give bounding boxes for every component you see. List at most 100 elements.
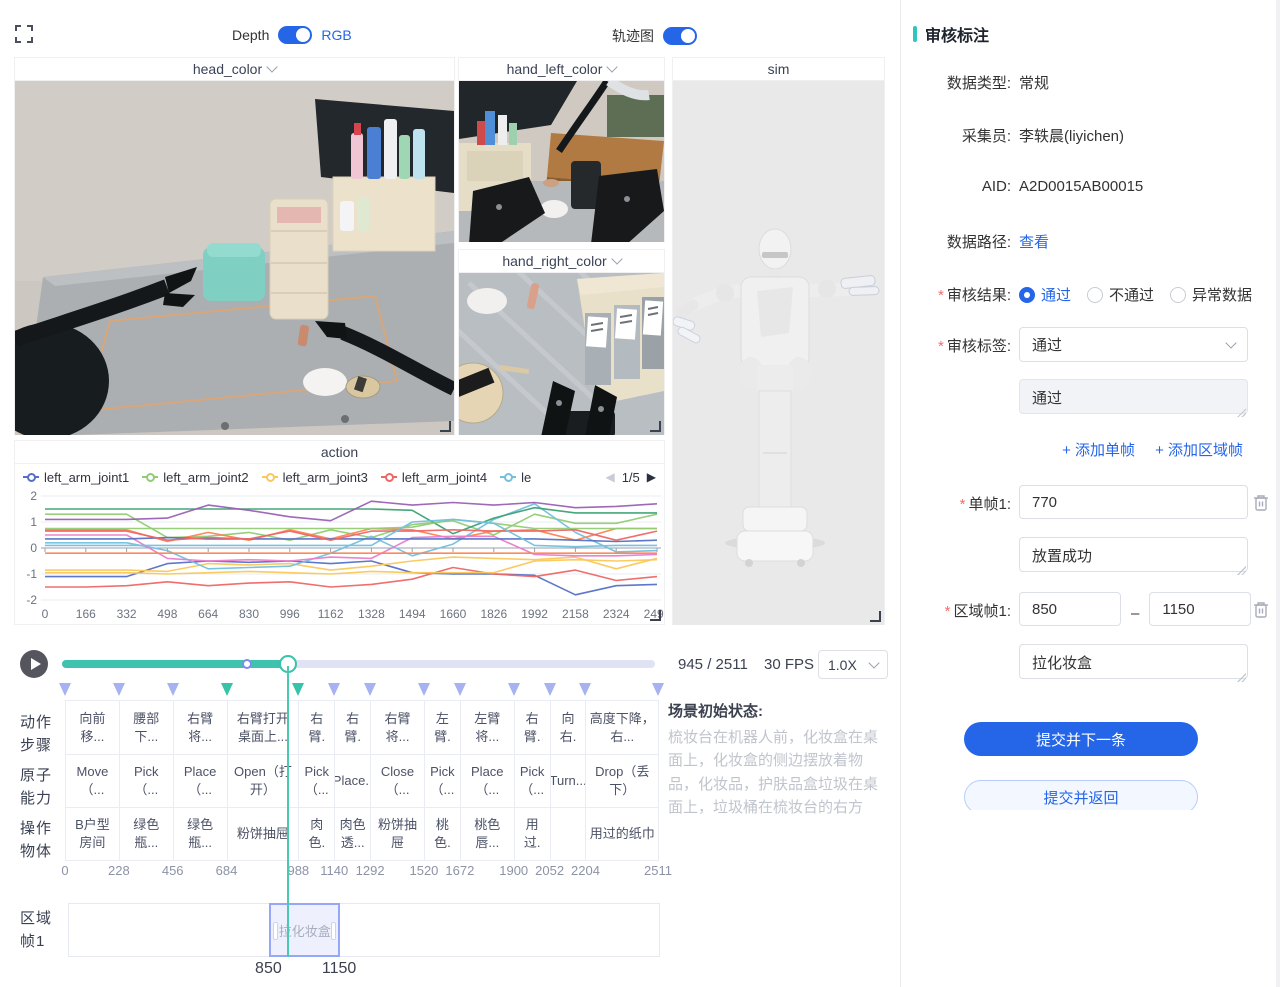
play-button[interactable]	[20, 650, 48, 678]
hand-right-camera-header[interactable]: hand_right_color	[459, 250, 664, 273]
segment-skill-cell[interactable]: Pick（...	[299, 755, 335, 808]
segment-skill-cell[interactable]: Turn...	[551, 755, 587, 808]
trajectory-switch[interactable]	[663, 27, 697, 45]
segment-step-cell[interactable]: 右臂将...	[371, 701, 425, 755]
region-right-handle[interactable]	[331, 922, 336, 940]
legend-item[interactable]: le	[500, 470, 531, 485]
single-frame-row: *单帧1:	[901, 485, 1248, 519]
sim-header[interactable]: sim	[673, 58, 884, 81]
timeline-marker-icon[interactable]	[544, 683, 556, 696]
single-frame-desc[interactable]	[1019, 537, 1248, 572]
segment-object-cell[interactable]: 粉饼抽屉	[371, 808, 425, 861]
axis-frame-label: 1672	[445, 863, 474, 878]
segment-skill-cell[interactable]: Move（...	[66, 755, 120, 808]
legend-item[interactable]: left_arm_joint1	[23, 470, 129, 485]
trash-icon[interactable]	[1253, 494, 1269, 512]
head-camera-header[interactable]: head_color	[15, 58, 454, 81]
segment-object-cell[interactable]: B户型房间	[66, 808, 120, 861]
add-single-frame-link[interactable]: + 添加单帧	[1062, 439, 1135, 460]
segment-object-cell[interactable]	[551, 808, 587, 861]
segment-skill-cell[interactable]: Place（...	[174, 755, 228, 808]
legend-prev-icon[interactable]: ◀	[605, 470, 614, 484]
segment-skill-cell[interactable]: Pick（...	[120, 755, 174, 808]
timeline-marker-icon[interactable]	[418, 683, 430, 696]
segment-skill-cell[interactable]: Close（...	[371, 755, 425, 808]
region-end-input[interactable]	[1149, 592, 1251, 626]
data-path-view-link[interactable]: 查看	[1019, 231, 1049, 252]
legend-next-icon[interactable]: ▶	[647, 470, 656, 484]
timeline-marker-icon[interactable]	[113, 683, 125, 696]
add-region-frame-link[interactable]: + 添加区域帧	[1155, 439, 1243, 460]
segment-step-cell[interactable]: 左臂将...	[461, 701, 515, 755]
progress-slider[interactable]	[62, 660, 655, 668]
segment-step-cell[interactable]: 向前移...	[66, 701, 120, 755]
region-start-input[interactable]	[1019, 592, 1121, 626]
segment-step-cell[interactable]: 左臂.	[425, 701, 461, 755]
legend-item[interactable]: left_arm_joint3	[262, 470, 368, 485]
segment-skill-cell[interactable]: Pick（...	[515, 755, 551, 808]
timeline-marker-icon[interactable]	[579, 683, 591, 696]
row-label-steps: 动作步骤	[20, 712, 56, 757]
segment-step-cell[interactable]: 腰部下...	[120, 701, 174, 755]
timeline-marker-icon[interactable]	[652, 683, 664, 696]
timeline-marker-icon[interactable]	[292, 683, 304, 696]
review-result-option[interactable]: 异常数据	[1170, 284, 1252, 305]
segment-step-cell[interactable]: 向右.	[551, 701, 587, 755]
timeline-marker-icon[interactable]	[364, 683, 376, 696]
trash-icon[interactable]	[1253, 601, 1269, 619]
segment-step-cell[interactable]: 右臂.	[335, 701, 371, 755]
region-frame-desc[interactable]	[1019, 644, 1248, 679]
segment-object-cell[interactable]: 绿色瓶...	[174, 808, 228, 861]
segment-skill-cell[interactable]: Place（...	[461, 755, 515, 808]
segment-object-cell[interactable]: 用过.	[515, 808, 551, 861]
legend-item[interactable]: left_arm_joint4	[381, 470, 487, 485]
timeline-marker-icon[interactable]	[328, 683, 340, 696]
segment-object-cell[interactable]: 肉色.	[299, 808, 335, 861]
radio-icon[interactable]	[1019, 287, 1035, 303]
legend-item[interactable]: left_arm_joint2	[142, 470, 248, 485]
segment-skill-cell[interactable]: Pick（...	[425, 755, 461, 808]
region-left-handle[interactable]	[273, 922, 278, 940]
speed-select[interactable]: 1.0X	[818, 650, 888, 679]
submit-return-button[interactable]: 提交并返回	[964, 780, 1198, 810]
region-frame-block[interactable]: 拉化妆盒	[269, 903, 340, 957]
review-tag-note[interactable]	[1019, 379, 1248, 414]
single-frame-input[interactable]	[1019, 485, 1248, 519]
depth-rgb-switch[interactable]	[278, 26, 312, 44]
segment-skill-cell[interactable]: Drop（丢下）	[586, 755, 659, 808]
resize-handle-icon[interactable]	[650, 610, 661, 621]
region-frame-track[interactable]: 拉化妆盒	[68, 903, 660, 957]
segment-object-cell[interactable]: 桃色.	[425, 808, 461, 861]
fullscreen-icon[interactable]	[14, 24, 34, 44]
review-result-option[interactable]: 通过	[1019, 284, 1071, 305]
submit-next-button[interactable]: 提交并下一条	[964, 722, 1198, 756]
action-line-chart[interactable]: 210-1-2016633249866483099611621328149416…	[15, 490, 664, 625]
timeline-marker-icon[interactable]	[508, 683, 520, 696]
segment-step-cell[interactable]: 高度下降，右...	[586, 701, 659, 755]
segment-step-cell[interactable]: 右臂.	[515, 701, 551, 755]
timeline-marker-icon[interactable]	[221, 683, 233, 696]
timeline-marker-icon[interactable]	[59, 683, 71, 696]
segment-object-cell[interactable]: 肉色透...	[335, 808, 371, 861]
resize-handle-icon[interactable]	[870, 611, 881, 622]
review-result-option[interactable]: 不通过	[1087, 284, 1154, 305]
segment-step-cell[interactable]: 右臂.	[299, 701, 335, 755]
chevron-down-icon	[611, 253, 622, 264]
hand-left-camera-header[interactable]: hand_left_color	[459, 58, 664, 81]
segment-object-cell[interactable]: 用过的纸巾	[586, 808, 659, 861]
radio-icon[interactable]	[1087, 287, 1103, 303]
segment-skill-cell[interactable]: Place..	[335, 755, 371, 808]
radio-icon[interactable]	[1170, 287, 1186, 303]
resize-handle-icon[interactable]	[650, 421, 661, 432]
resize-handle-icon[interactable]	[440, 421, 451, 432]
legend-marker	[23, 476, 39, 478]
segment-object-cell[interactable]: 桃色唇...	[461, 808, 515, 861]
timeline-marker-icon[interactable]	[167, 683, 179, 696]
playhead-line[interactable]	[287, 666, 289, 957]
segment-object-cell[interactable]: 绿色瓶...	[120, 808, 174, 861]
segment-step-cell[interactable]: 右臂将...	[174, 701, 228, 755]
single-frame-marker[interactable]	[242, 659, 252, 669]
review-tag-select[interactable]: 通过	[1019, 327, 1248, 362]
svg-text:-1: -1	[26, 567, 37, 581]
timeline-marker-icon[interactable]	[454, 683, 466, 696]
